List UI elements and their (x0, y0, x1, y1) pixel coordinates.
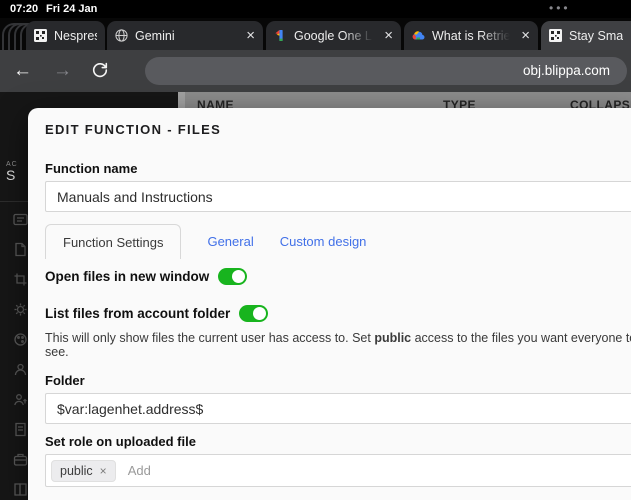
role-tag-input[interactable]: public × Add (45, 454, 631, 487)
frame-icon[interactable] (13, 272, 28, 287)
tab-what-is-retrieval[interactable]: What is Retriev × (404, 21, 538, 50)
close-tab-icon[interactable]: × (246, 28, 255, 43)
google-one-favicon (275, 30, 283, 41)
folder-value: $var:lagenhet.address$ (57, 400, 204, 417)
tab-label: Function Settings (63, 234, 164, 250)
url-text: obj.blippa.com (522, 63, 610, 78)
status-bar: 07:20 Fri 24 Jan ••• (0, 0, 631, 18)
reload-icon[interactable] (91, 61, 109, 84)
tab-function-settings[interactable]: Function Settings (45, 224, 182, 259)
qr-favicon (34, 29, 47, 42)
sidebar-title-partial: S (6, 167, 16, 183)
open-files-label: Open files in new window (45, 269, 210, 284)
tab-nespresso[interactable]: Nespresso (26, 21, 105, 50)
tab-title: Nespresso (54, 28, 97, 43)
tab-general[interactable]: General (207, 234, 253, 259)
function-name-label: Function name (45, 161, 138, 176)
close-tab-icon[interactable]: × (521, 28, 530, 43)
user-upload-icon[interactable] (13, 392, 28, 407)
folder-input[interactable]: $var:lagenhet.address$ (45, 393, 631, 424)
gear-icon[interactable] (13, 302, 28, 317)
folder-label: Folder (45, 373, 85, 388)
browser-nav-bar: ← → obj.blippa.com (0, 50, 631, 92)
date: Fri 24 Jan (46, 3, 98, 15)
modal-title: EDIT FUNCTION - FILES (45, 122, 222, 137)
list-icon[interactable] (13, 212, 28, 227)
list-files-label: List files from account folder (45, 306, 231, 321)
role-tag-public[interactable]: public × (51, 459, 116, 482)
qr-favicon (549, 29, 562, 42)
globe-favicon (115, 29, 128, 42)
list-files-help-text: This will only show files the current us… (45, 331, 631, 359)
user-icon[interactable] (13, 362, 28, 377)
clock: 07:20 (10, 3, 39, 15)
list-files-row: List files from account folder (45, 305, 631, 322)
address-bar[interactable]: obj.blippa.com (145, 57, 627, 85)
remove-tag-icon[interactable]: × (100, 465, 107, 477)
tab-title: Gemini (135, 28, 175, 43)
tab-title: What is Retriev (432, 28, 515, 43)
tab-bar: Nespresso Gemini × Google One La × What … (0, 18, 631, 50)
toggle-knob (232, 270, 246, 283)
open-files-row: Open files in new window (45, 268, 631, 285)
screen: 07:20 Fri 24 Jan ••• Nespresso Gemini × … (0, 0, 631, 500)
briefcase-icon[interactable] (13, 452, 28, 467)
back-icon[interactable]: ← (13, 59, 32, 83)
forward-icon[interactable]: → (53, 59, 72, 83)
tab-gemini[interactable]: Gemini × (107, 21, 263, 50)
google-cloud-favicon (412, 31, 425, 40)
close-tab-icon[interactable]: × (384, 28, 393, 43)
role-label: Set role on uploaded file (45, 434, 196, 449)
file-icon[interactable] (13, 242, 28, 257)
help-text-pre: This will only show files the current us… (45, 331, 375, 345)
tab-stay-smart[interactable]: Stay Smart (541, 21, 631, 50)
modal-tab-strip: Function Settings General Custom design (45, 224, 631, 259)
function-name-input[interactable]: Manuals and Instructions (45, 181, 631, 212)
help-text-bold: public (374, 331, 412, 345)
edit-function-modal: EDIT FUNCTION - FILES Function name Manu… (28, 108, 631, 500)
role-tag-text: public (60, 463, 93, 478)
list-files-toggle[interactable] (239, 305, 269, 322)
toggle-knob (253, 307, 267, 320)
function-name-value: Manuals and Instructions (57, 188, 213, 205)
tab-google-one[interactable]: Google One La × (266, 21, 401, 50)
document-icon[interactable] (13, 422, 28, 437)
sidebar-divider (0, 201, 28, 202)
palette-icon[interactable] (13, 332, 28, 347)
browser-menu-dots-icon[interactable]: ••• (549, 1, 571, 15)
tab-custom-design[interactable]: Custom design (280, 234, 367, 259)
book-icon[interactable] (13, 482, 28, 497)
add-role-placeholder[interactable]: Add (128, 463, 151, 478)
open-files-toggle[interactable] (218, 268, 248, 285)
tab-title: Stay Smart (569, 28, 623, 43)
tab-title: Google One La (294, 28, 378, 43)
